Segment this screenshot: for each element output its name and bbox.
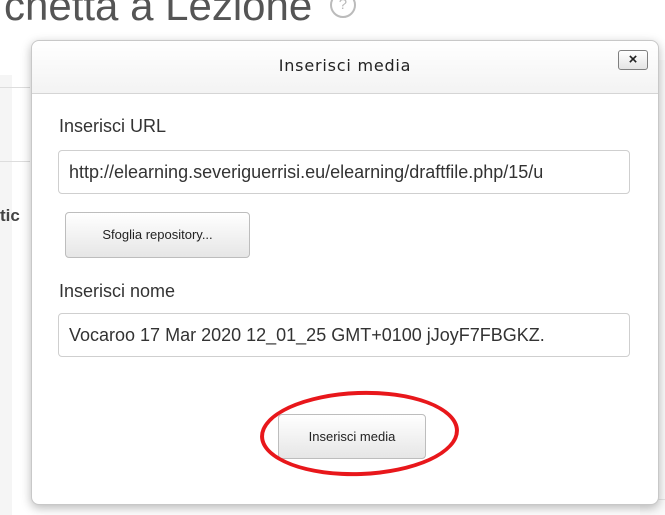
- dialog-header: Inserisci media ×: [32, 41, 658, 94]
- background-column: [0, 75, 12, 515]
- insert-media-button[interactable]: Inserisci media: [278, 414, 426, 459]
- help-icon[interactable]: ?: [329, 0, 356, 18]
- background-divider: [0, 87, 30, 88]
- insert-media-dialog: Inserisci media × Inserisci URL http://e…: [31, 40, 659, 505]
- url-input[interactable]: http://elearning.severiguerrisi.eu/elear…: [58, 150, 630, 194]
- browse-repository-button[interactable]: Sfoglia repository...: [65, 212, 250, 258]
- name-input[interactable]: Vocaroo 17 Mar 2020 12_01_25 GMT+0100 jJ…: [58, 313, 630, 357]
- background-divider: [0, 161, 30, 162]
- name-label: Inserisci nome: [59, 281, 176, 301]
- url-label: Inserisci URL: [59, 116, 167, 136]
- background-text-fragment: tic: [0, 206, 20, 225]
- dialog-title: Inserisci media: [278, 56, 412, 75]
- page-title: chetta a Lezione ?: [4, 0, 356, 30]
- page-title-text: chetta a Lezione: [4, 0, 313, 29]
- close-icon[interactable]: ×: [618, 50, 648, 70]
